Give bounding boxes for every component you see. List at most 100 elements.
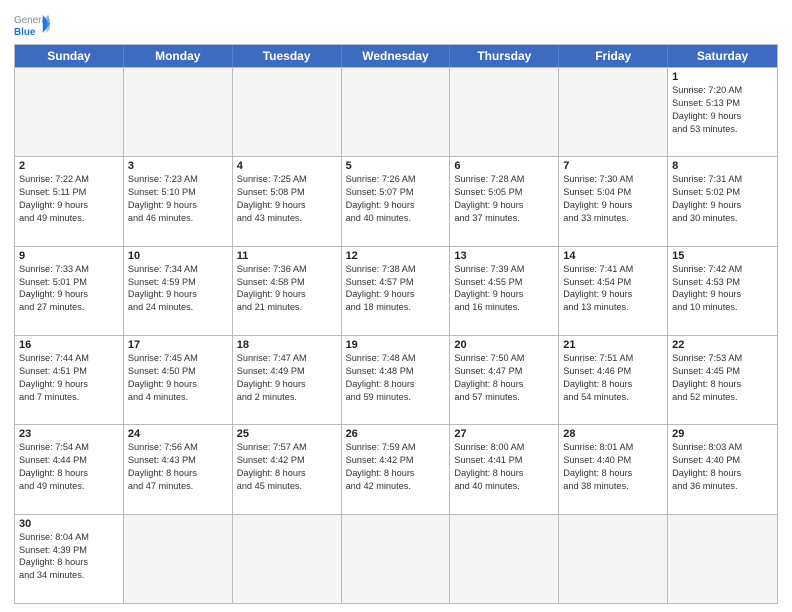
calendar-cell: 21Sunrise: 7:51 AM Sunset: 4:46 PM Dayli…	[559, 336, 668, 424]
sun-info: Sunrise: 7:56 AM Sunset: 4:43 PM Dayligh…	[128, 441, 228, 493]
sun-info: Sunrise: 7:44 AM Sunset: 4:51 PM Dayligh…	[19, 352, 119, 404]
sun-info: Sunrise: 7:23 AM Sunset: 5:10 PM Dayligh…	[128, 173, 228, 225]
sun-info: Sunrise: 7:45 AM Sunset: 4:50 PM Dayligh…	[128, 352, 228, 404]
day-number: 16	[19, 339, 119, 351]
sun-info: Sunrise: 7:25 AM Sunset: 5:08 PM Dayligh…	[237, 173, 337, 225]
calendar-cell: 10Sunrise: 7:34 AM Sunset: 4:59 PM Dayli…	[124, 247, 233, 335]
sun-info: Sunrise: 7:33 AM Sunset: 5:01 PM Dayligh…	[19, 263, 119, 315]
calendar-cell: 19Sunrise: 7:48 AM Sunset: 4:48 PM Dayli…	[342, 336, 451, 424]
calendar-cell	[342, 68, 451, 156]
sun-info: Sunrise: 8:01 AM Sunset: 4:40 PM Dayligh…	[563, 441, 663, 493]
calendar-row-3: 16Sunrise: 7:44 AM Sunset: 4:51 PM Dayli…	[15, 335, 777, 424]
day-number: 13	[454, 250, 554, 262]
calendar-cell: 7Sunrise: 7:30 AM Sunset: 5:04 PM Daylig…	[559, 157, 668, 245]
day-number: 25	[237, 428, 337, 440]
calendar-cell: 29Sunrise: 8:03 AM Sunset: 4:40 PM Dayli…	[668, 425, 777, 513]
sun-info: Sunrise: 7:50 AM Sunset: 4:47 PM Dayligh…	[454, 352, 554, 404]
sun-info: Sunrise: 7:34 AM Sunset: 4:59 PM Dayligh…	[128, 263, 228, 315]
general-blue-logo-icon: General Blue	[14, 10, 50, 38]
calendar-cell	[450, 515, 559, 603]
day-number: 15	[672, 250, 773, 262]
calendar-cell: 4Sunrise: 7:25 AM Sunset: 5:08 PM Daylig…	[233, 157, 342, 245]
calendar-header: SundayMondayTuesdayWednesdayThursdayFrid…	[15, 45, 777, 67]
day-number: 8	[672, 160, 773, 172]
sun-info: Sunrise: 7:41 AM Sunset: 4:54 PM Dayligh…	[563, 263, 663, 315]
day-number: 2	[19, 160, 119, 172]
sun-info: Sunrise: 7:22 AM Sunset: 5:11 PM Dayligh…	[19, 173, 119, 225]
day-number: 1	[672, 71, 773, 83]
sun-info: Sunrise: 7:53 AM Sunset: 4:45 PM Dayligh…	[672, 352, 773, 404]
calendar-cell: 23Sunrise: 7:54 AM Sunset: 4:44 PM Dayli…	[15, 425, 124, 513]
sun-info: Sunrise: 7:47 AM Sunset: 4:49 PM Dayligh…	[237, 352, 337, 404]
calendar-row-1: 2Sunrise: 7:22 AM Sunset: 5:11 PM Daylig…	[15, 156, 777, 245]
day-number: 24	[128, 428, 228, 440]
calendar-cell: 14Sunrise: 7:41 AM Sunset: 4:54 PM Dayli…	[559, 247, 668, 335]
day-number: 7	[563, 160, 663, 172]
weekday-header-saturday: Saturday	[668, 45, 777, 67]
day-number: 30	[19, 518, 119, 530]
calendar-cell	[559, 68, 668, 156]
day-number: 6	[454, 160, 554, 172]
sun-info: Sunrise: 7:38 AM Sunset: 4:57 PM Dayligh…	[346, 263, 446, 315]
sun-info: Sunrise: 7:42 AM Sunset: 4:53 PM Dayligh…	[672, 263, 773, 315]
calendar-cell: 30Sunrise: 8:04 AM Sunset: 4:39 PM Dayli…	[15, 515, 124, 603]
day-number: 23	[19, 428, 119, 440]
day-number: 9	[19, 250, 119, 262]
weekday-header-wednesday: Wednesday	[342, 45, 451, 67]
calendar-cell: 27Sunrise: 8:00 AM Sunset: 4:41 PM Dayli…	[450, 425, 559, 513]
sun-info: Sunrise: 7:36 AM Sunset: 4:58 PM Dayligh…	[237, 263, 337, 315]
calendar-cell	[450, 68, 559, 156]
calendar-cell	[233, 68, 342, 156]
calendar-cell: 12Sunrise: 7:38 AM Sunset: 4:57 PM Dayli…	[342, 247, 451, 335]
calendar-cell: 16Sunrise: 7:44 AM Sunset: 4:51 PM Dayli…	[15, 336, 124, 424]
calendar-cell: 1Sunrise: 7:20 AM Sunset: 5:13 PM Daylig…	[668, 68, 777, 156]
day-number: 28	[563, 428, 663, 440]
calendar-cell: 17Sunrise: 7:45 AM Sunset: 4:50 PM Dayli…	[124, 336, 233, 424]
sun-info: Sunrise: 7:48 AM Sunset: 4:48 PM Dayligh…	[346, 352, 446, 404]
calendar-cell: 9Sunrise: 7:33 AM Sunset: 5:01 PM Daylig…	[15, 247, 124, 335]
day-number: 20	[454, 339, 554, 351]
calendar-cell	[233, 515, 342, 603]
sun-info: Sunrise: 7:26 AM Sunset: 5:07 PM Dayligh…	[346, 173, 446, 225]
sun-info: Sunrise: 7:31 AM Sunset: 5:02 PM Dayligh…	[672, 173, 773, 225]
calendar-cell: 13Sunrise: 7:39 AM Sunset: 4:55 PM Dayli…	[450, 247, 559, 335]
day-number: 17	[128, 339, 228, 351]
weekday-header-friday: Friday	[559, 45, 668, 67]
calendar-cell: 22Sunrise: 7:53 AM Sunset: 4:45 PM Dayli…	[668, 336, 777, 424]
calendar-cell	[559, 515, 668, 603]
calendar-cell: 2Sunrise: 7:22 AM Sunset: 5:11 PM Daylig…	[15, 157, 124, 245]
calendar-cell: 20Sunrise: 7:50 AM Sunset: 4:47 PM Dayli…	[450, 336, 559, 424]
calendar-cell: 26Sunrise: 7:59 AM Sunset: 4:42 PM Dayli…	[342, 425, 451, 513]
sun-info: Sunrise: 7:20 AM Sunset: 5:13 PM Dayligh…	[672, 84, 773, 136]
day-number: 5	[346, 160, 446, 172]
calendar-cell: 25Sunrise: 7:57 AM Sunset: 4:42 PM Dayli…	[233, 425, 342, 513]
calendar-cell	[15, 68, 124, 156]
calendar-row-4: 23Sunrise: 7:54 AM Sunset: 4:44 PM Dayli…	[15, 424, 777, 513]
day-number: 14	[563, 250, 663, 262]
logo: General Blue	[14, 10, 50, 38]
calendar-cell: 15Sunrise: 7:42 AM Sunset: 4:53 PM Dayli…	[668, 247, 777, 335]
calendar-cell	[124, 68, 233, 156]
day-number: 27	[454, 428, 554, 440]
calendar-cell: 18Sunrise: 7:47 AM Sunset: 4:49 PM Dayli…	[233, 336, 342, 424]
calendar-cell: 11Sunrise: 7:36 AM Sunset: 4:58 PM Dayli…	[233, 247, 342, 335]
calendar-row-0: 1Sunrise: 7:20 AM Sunset: 5:13 PM Daylig…	[15, 67, 777, 156]
calendar-cell: 5Sunrise: 7:26 AM Sunset: 5:07 PM Daylig…	[342, 157, 451, 245]
calendar-row-2: 9Sunrise: 7:33 AM Sunset: 5:01 PM Daylig…	[15, 246, 777, 335]
sun-info: Sunrise: 7:51 AM Sunset: 4:46 PM Dayligh…	[563, 352, 663, 404]
weekday-header-sunday: Sunday	[15, 45, 124, 67]
sun-info: Sunrise: 7:57 AM Sunset: 4:42 PM Dayligh…	[237, 441, 337, 493]
page: General Blue SundayMondayTuesdayWednesda…	[0, 0, 792, 612]
day-number: 12	[346, 250, 446, 262]
calendar-body: 1Sunrise: 7:20 AM Sunset: 5:13 PM Daylig…	[15, 67, 777, 603]
day-number: 26	[346, 428, 446, 440]
weekday-header-tuesday: Tuesday	[233, 45, 342, 67]
day-number: 29	[672, 428, 773, 440]
day-number: 10	[128, 250, 228, 262]
calendar-cell: 3Sunrise: 7:23 AM Sunset: 5:10 PM Daylig…	[124, 157, 233, 245]
day-number: 18	[237, 339, 337, 351]
weekday-header-monday: Monday	[124, 45, 233, 67]
calendar: SundayMondayTuesdayWednesdayThursdayFrid…	[14, 44, 778, 604]
day-number: 4	[237, 160, 337, 172]
day-number: 19	[346, 339, 446, 351]
